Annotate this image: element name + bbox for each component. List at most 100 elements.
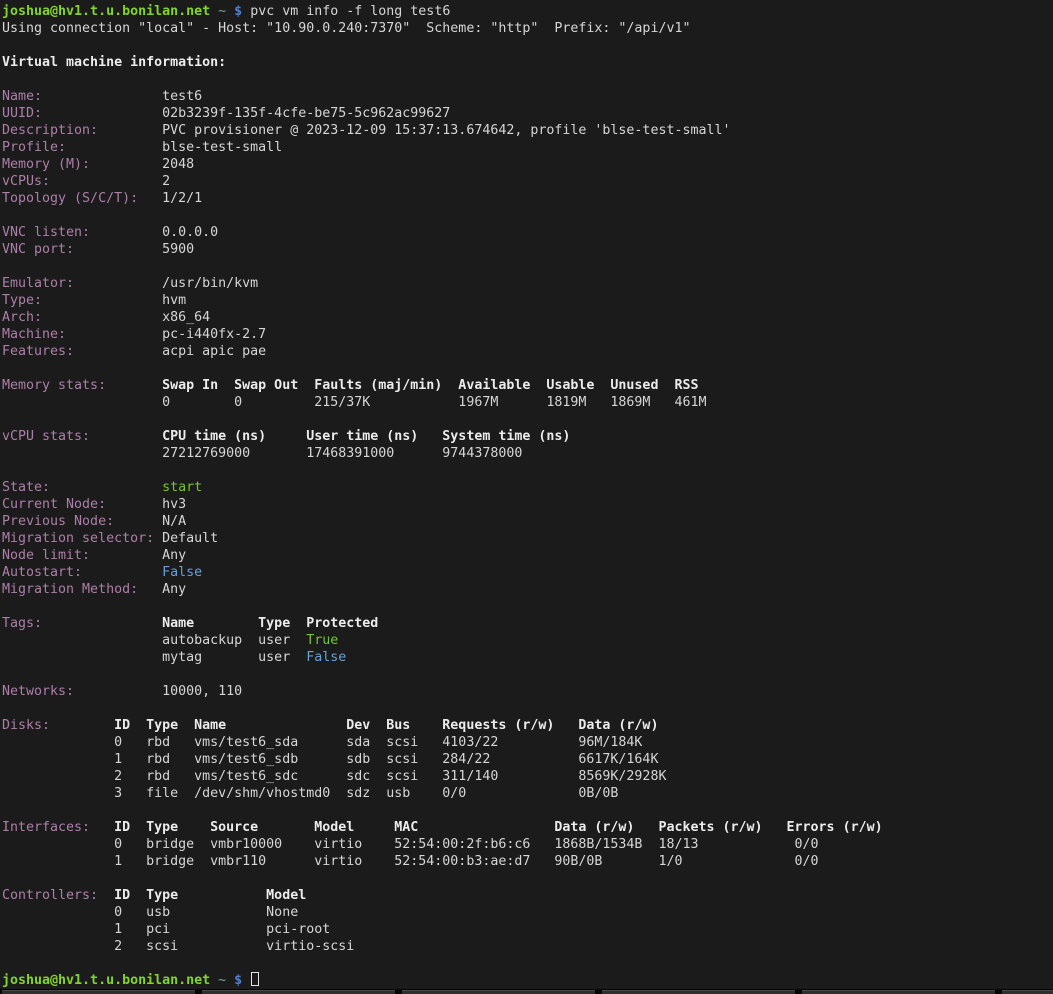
field-value: 2 [162, 174, 170, 189]
indent [2, 939, 114, 954]
field-label: Current Node: [2, 497, 162, 512]
taskbar-window-button[interactable] [402, 990, 595, 994]
blank-line [2, 462, 1053, 479]
table-values: 0 rbd vms/test6_sda sda scsi 4103/22 96M… [114, 735, 642, 750]
indent [2, 837, 114, 852]
blank-line [2, 955, 1053, 972]
controller-row-1: 1 pci pci-root [2, 921, 1053, 938]
field-value: Default [162, 531, 218, 546]
connection-info-line: Using connection "local" - Host: "10.90.… [2, 20, 1053, 37]
vm-topology-row: Topology (S/C/T): 1/2/1 [2, 190, 1053, 207]
indent [2, 650, 162, 665]
field-label: VNC port: [2, 242, 162, 257]
prompt-cwd: ~ [210, 973, 234, 988]
terminal-output[interactable]: joshua@hv1.t.u.bonilan.net ~ $ pvc vm in… [0, 0, 1053, 989]
disks-header-row: Disks: ID Type Name Dev Bus Requests (r/… [2, 717, 1053, 734]
indent [2, 735, 114, 750]
table-values: 0 bridge vmbr10000 virtio 52:54:00:2f:b6… [114, 837, 818, 852]
features-row: Features: acpi apic pae [2, 343, 1053, 360]
table-header: ID Type Source Model MAC Data (r/w) Pack… [114, 820, 883, 835]
blank-line [2, 207, 1053, 224]
field-label: Node limit: [2, 548, 162, 563]
migration-method-row: Migration Method: Any [2, 581, 1053, 598]
emulator-row: Emulator: /usr/bin/kvm [2, 275, 1053, 292]
field-value: N/A [162, 514, 186, 529]
field-value: x86_64 [162, 310, 210, 325]
field-label: Autostart: [2, 565, 162, 580]
table-values: 0 0 215/37K 1967M 1819M 1869M 461M [162, 395, 706, 410]
field-value: test6 [162, 89, 202, 104]
field-value: 10000, 110 [162, 684, 242, 699]
taskbar-window-button[interactable] [802, 990, 995, 994]
field-value: Any [162, 582, 186, 597]
current-node-row: Current Node: hv3 [2, 496, 1053, 513]
field-label: Machine: [2, 327, 162, 342]
vm-description-row: Description: PVC provisioner @ 2023-12-0… [2, 122, 1053, 139]
taskbar [0, 989, 1053, 994]
vm-state-value: start [162, 480, 202, 495]
tag-row-mytag: mytag user False [2, 649, 1053, 666]
field-label: Name: [2, 89, 162, 104]
indent [2, 854, 114, 869]
connection-info: Using connection "local" - Host: "10.90.… [2, 21, 690, 36]
vm-vcpus-row: vCPUs: 2 [2, 173, 1053, 190]
field-label: Memory stats: [2, 378, 162, 393]
table-values: 1 pci pci-root [114, 922, 330, 937]
memory-stats-header-row: Memory stats: Swap In Swap Out Faults (m… [2, 377, 1053, 394]
vm-uuid-row: UUID: 02b3239f-135f-4cfe-be75-5c962ac996… [2, 105, 1053, 122]
field-label: Description: [2, 123, 162, 138]
field-label: Previous Node: [2, 514, 162, 529]
table-values: 2 rbd vms/test6_sdc sdc scsi 311/140 856… [114, 769, 666, 784]
disk-row-1: 1 rbd vms/test6_sdb sdb scsi 284/22 6617… [2, 751, 1053, 768]
migration-selector-row: Migration selector: Default [2, 530, 1053, 547]
taskbar-window-button[interactable] [202, 990, 395, 994]
blank-line [2, 802, 1053, 819]
state-row: State: start [2, 479, 1053, 496]
vcpu-stats-values-row: 27212769000 17468391000 9744378000 [2, 445, 1053, 462]
field-label: Networks: [2, 684, 162, 699]
indent [2, 905, 114, 920]
field-label: Memory (M): [2, 157, 162, 172]
tag-name-type: mytag user [162, 650, 306, 665]
tag-row-autobackup: autobackup user True [2, 632, 1053, 649]
blank-line [2, 258, 1053, 275]
interfaces-header-row: Interfaces: ID Type Source Model MAC Dat… [2, 819, 1053, 836]
field-label: Controllers: [2, 888, 114, 903]
table-header: Name Type Protected [162, 616, 378, 631]
table-values: 1 bridge vmbr110 virtio 52:54:00:b3:ae:d… [114, 854, 818, 869]
indent [2, 769, 114, 784]
controller-row-0: 0 usb None [2, 904, 1053, 921]
vnc-port-row: VNC port: 5900 [2, 241, 1053, 258]
table-header: ID Type Name Dev Bus Requests (r/w) Data… [114, 718, 658, 733]
autostart-row: Autostart: False [2, 564, 1053, 581]
blank-line [2, 360, 1053, 377]
field-label: Features: [2, 344, 162, 359]
field-value: /usr/bin/kvm [162, 276, 258, 291]
blank-line [2, 700, 1053, 717]
machine-row: Machine: pc-i440fx-2.7 [2, 326, 1053, 343]
taskbar-window-button[interactable] [2, 990, 195, 994]
field-value: blse-test-small [162, 140, 282, 155]
tag-name-type: autobackup user [162, 633, 306, 648]
prompt-user-host: joshua@hv1.t.u.bonilan.net [2, 4, 210, 19]
field-label: vCPUs: [2, 174, 162, 189]
prompt-dollar: $ [234, 973, 242, 988]
prompt-space [242, 973, 250, 988]
vm-memory-row: Memory (M): 2048 [2, 156, 1053, 173]
tags-header-row: Tags: Name Type Protected [2, 615, 1053, 632]
table-values: 1 rbd vms/test6_sdb sdb scsi 284/22 6617… [114, 752, 658, 767]
field-label: Arch: [2, 310, 162, 325]
taskbar-window-button[interactable] [602, 990, 795, 994]
taskbar-window-button[interactable] [1002, 990, 1053, 994]
indent [2, 446, 162, 461]
field-value: 2048 [162, 157, 194, 172]
field-value: hv3 [162, 497, 186, 512]
table-values: 2 scsi virtio-scsi [114, 939, 354, 954]
previous-node-row: Previous Node: N/A [2, 513, 1053, 530]
networks-row: Networks: 10000, 110 [2, 683, 1053, 700]
shell-prompt-line: joshua@hv1.t.u.bonilan.net ~ $ [2, 972, 1053, 989]
field-label: State: [2, 480, 162, 495]
blank-line [2, 598, 1053, 615]
field-label: Topology (S/C/T): [2, 191, 162, 206]
prompt-cwd: ~ [210, 4, 234, 19]
